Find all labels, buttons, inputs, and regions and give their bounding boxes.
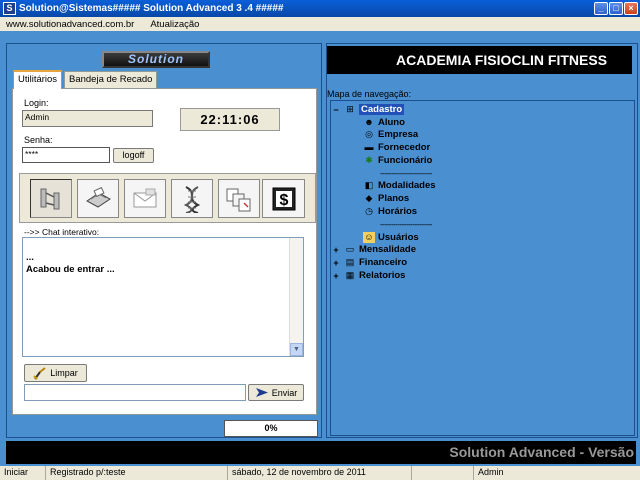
tree-separator: ------------------------ xyxy=(380,220,432,229)
clock-display: 22:11:06 xyxy=(180,108,280,131)
tree-item-horarios[interactable]: ◷ Horários xyxy=(363,206,417,217)
transfer-icon[interactable] xyxy=(30,179,72,218)
maximize-button[interactable]: □ xyxy=(609,2,623,15)
status-start: Iniciar xyxy=(0,466,46,480)
menu-bar: www.solutionadvanced.com.br Atualização xyxy=(0,17,640,31)
chat-scrollbar[interactable]: ▼ xyxy=(289,238,303,356)
expand-icon[interactable]: + xyxy=(332,258,340,268)
password-label: Senha: xyxy=(24,135,53,145)
globe-icon: ◎ xyxy=(365,129,373,139)
tab-utilitarios[interactable]: Utilitários xyxy=(13,70,63,89)
title-bar: S Solution@Sistemas##### Solution Advanc… xyxy=(0,0,640,17)
reports-icon: ▦ xyxy=(345,270,355,280)
tree-item-usuarios[interactable]: ☺ Usuários xyxy=(363,232,419,243)
tree-financeiro[interactable]: ▤ Financeiro xyxy=(344,257,407,268)
solution-logo: Solution xyxy=(102,51,210,68)
tab-bandeja-de-recado[interactable]: Bandeja de Recado xyxy=(64,71,158,88)
status-date: sábado, 12 de novembro de 2011 xyxy=(228,466,412,480)
tree-relatorios[interactable]: ▦ Relatorios xyxy=(344,270,406,281)
chat-label: -->> Chat interativo: xyxy=(24,227,100,237)
send-button[interactable]: Enviar xyxy=(248,384,304,401)
expand-icon[interactable]: + xyxy=(332,245,340,255)
clear-label: Limpar xyxy=(50,368,78,378)
tree-separator: ------------------------ xyxy=(380,169,432,178)
broom-icon xyxy=(33,366,46,380)
folder-icon: ▭ xyxy=(345,244,355,254)
org-chart-icon: ⊞ xyxy=(346,104,354,114)
send-arrow-icon xyxy=(255,388,268,397)
truck-icon: ▬ xyxy=(364,142,374,152)
login-field[interactable]: Admin xyxy=(22,110,153,127)
users-icon: ☺ xyxy=(363,232,375,243)
tree-item-empresa[interactable]: ◎ Empresa xyxy=(363,129,418,140)
plans-icon: ◆ xyxy=(365,193,373,203)
send-label: Enviar xyxy=(271,387,298,398)
tree-cadastro[interactable]: ⊞ Cadastro xyxy=(344,104,405,115)
top-strip xyxy=(0,31,640,43)
dollar-icon[interactable]: $ xyxy=(262,179,305,218)
login-label: Login: xyxy=(24,98,49,108)
logoff-button[interactable]: logoff xyxy=(113,148,154,163)
chat-area[interactable]: ... Acabou de entrar ... ▼ xyxy=(22,237,304,357)
menu-url[interactable]: www.solutionadvanced.com.br xyxy=(6,19,134,30)
tree-item-modalidades[interactable]: ◧ Modalidades xyxy=(363,180,436,191)
student-icon: ☻ xyxy=(364,117,374,127)
academy-banner: ACADEMIA FISIOCLIN FITNESS xyxy=(327,46,632,74)
clear-button[interactable]: Limpar xyxy=(24,364,87,382)
expand-icon[interactable]: + xyxy=(332,271,340,281)
scroll-down-icon[interactable]: ▼ xyxy=(290,343,303,356)
status-user: Admin xyxy=(478,467,504,477)
tree-item-funcionario[interactable]: ✱ Funcionário xyxy=(363,155,432,166)
worker-icon: ✱ xyxy=(365,155,373,165)
status-empty xyxy=(412,466,474,480)
progress-indicator: 0% xyxy=(224,420,318,437)
chat-input[interactable] xyxy=(24,384,246,401)
tree-mensalidade[interactable]: ▭ Mensalidade xyxy=(344,244,416,255)
chat-line: Acabou de entrar ... xyxy=(26,264,115,275)
mail-icon[interactable] xyxy=(124,179,166,218)
chat-line: ... xyxy=(26,252,34,263)
app-icon: S xyxy=(3,2,16,15)
password-field[interactable]: **** xyxy=(22,147,110,163)
version-banner: Solution Advanced - Versão xyxy=(6,441,636,464)
status-registered: Registrado p/:teste xyxy=(46,466,228,480)
tree-item-aluno[interactable]: ☻ Aluno xyxy=(363,117,405,128)
dna-icon[interactable] xyxy=(171,179,213,218)
cash-icon: ▤ xyxy=(345,257,355,267)
svg-text:$: $ xyxy=(279,192,288,209)
tree-item-fornecedor[interactable]: ▬ Fornecedor xyxy=(363,142,431,153)
close-button[interactable]: × xyxy=(624,2,638,15)
tree-item-planos[interactable]: ◆ Planos xyxy=(363,193,410,204)
status-bar: Iniciar Registrado p/:teste sábado, 12 d… xyxy=(0,466,640,480)
window-title: Solution@Sistemas##### Solution Advanced… xyxy=(19,3,284,14)
printer-icon[interactable] xyxy=(77,179,119,218)
nav-map-label: Mapa de navegação: xyxy=(327,89,412,99)
clock-icon: ◷ xyxy=(365,206,373,216)
collapse-icon[interactable]: − xyxy=(332,105,340,115)
menu-atualizacao[interactable]: Atualização xyxy=(150,19,199,30)
minimize-button[interactable]: _ xyxy=(594,2,608,15)
modalities-icon: ◧ xyxy=(364,180,374,190)
copy-icon[interactable] xyxy=(218,179,260,218)
